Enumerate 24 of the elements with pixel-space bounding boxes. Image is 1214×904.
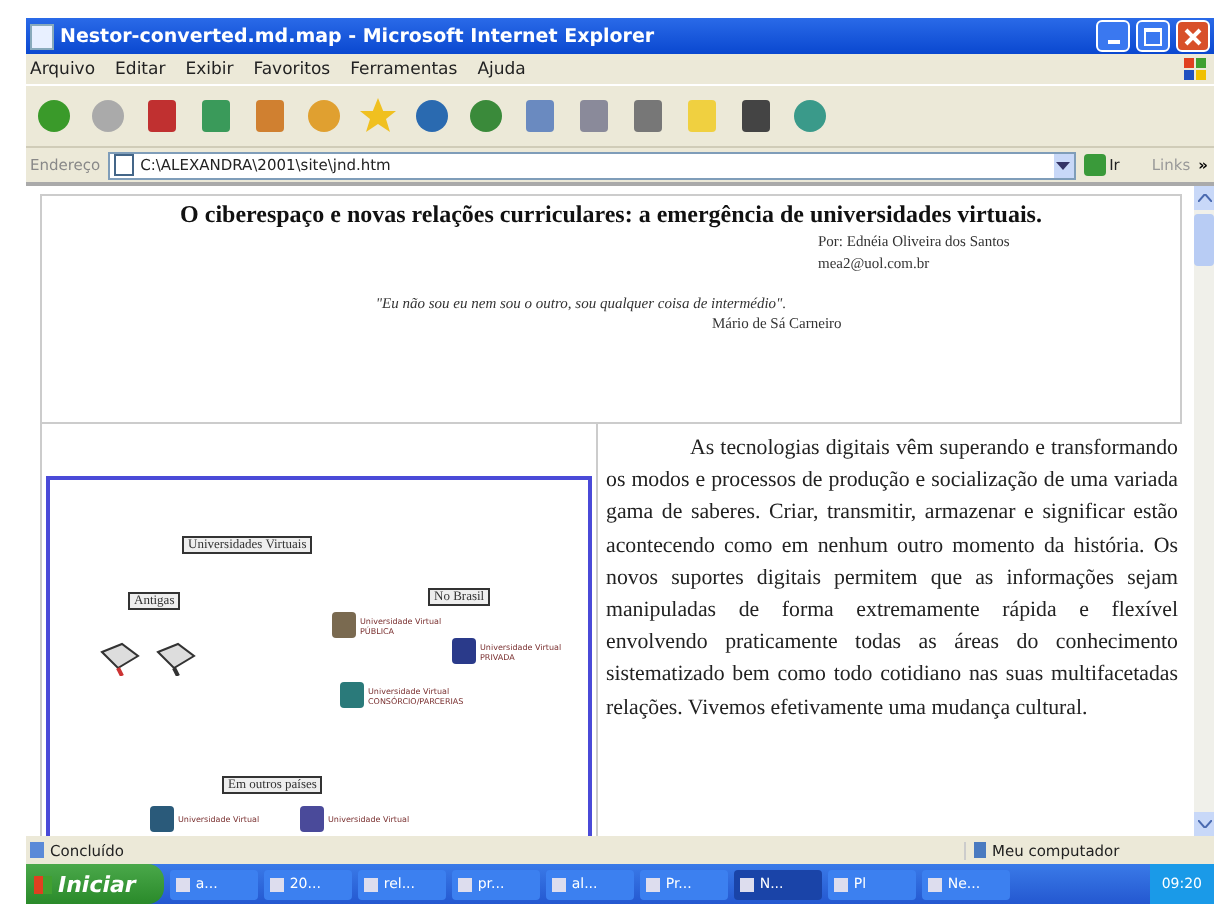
- vertical-scrollbar[interactable]: [1194, 186, 1214, 836]
- close-button[interactable]: [1176, 20, 1210, 52]
- minimize-button[interactable]: [1096, 20, 1130, 52]
- star-icon[interactable]: [358, 96, 398, 136]
- start-button[interactable]: Iniciar: [26, 864, 164, 904]
- menu-item[interactable]: Favoritos: [253, 59, 331, 79]
- scroll-up-button[interactable]: [1194, 186, 1214, 210]
- close-icon: [1184, 27, 1202, 45]
- menu-item[interactable]: Editar: [115, 59, 166, 79]
- article-title: O ciberespaço e novas relações curriculares: a emergência de universidades virtuais.: [178, 200, 1044, 230]
- article-paragraph: As tecnologias digitais vêm superando e transformando os modos e processos de produção e socialização de uma variada gama de saberes. Criar, transmitir, armazenar e significar estão acontecendo como em nenhum outro momento da história. Os novos suportes digitais permitem que as informações sejam manipuladas de forma extremamente rápida e flexível envolvendo praticamente todas as áreas do conhecimento sistematizado bem como todo cotidiano nas suas multifacetadas relações. Vivemos efetivamente uma mudança cultural.: [606, 434, 1178, 724]
- window-title: Nestor-converted.md.map - Microsoft Internet Explorer: [60, 25, 657, 47]
- scroll-thumb[interactable]: [1194, 214, 1214, 266]
- menu-item[interactable]: Ferramentas: [350, 59, 458, 79]
- menu-item[interactable]: Ajuda: [477, 59, 526, 79]
- chevron-down-icon: [1197, 820, 1211, 828]
- windows-logo-icon: [1184, 58, 1206, 80]
- chevron-up-icon: [1197, 194, 1211, 202]
- menu-item[interactable]: Arquivo: [30, 59, 96, 79]
- maximize-button[interactable]: [1136, 20, 1170, 52]
- page-icon: [30, 23, 54, 49]
- scroll-down-button[interactable]: [1194, 812, 1214, 836]
- menu-item[interactable]: Exibir: [185, 59, 234, 79]
- page-icon: [114, 154, 135, 176]
